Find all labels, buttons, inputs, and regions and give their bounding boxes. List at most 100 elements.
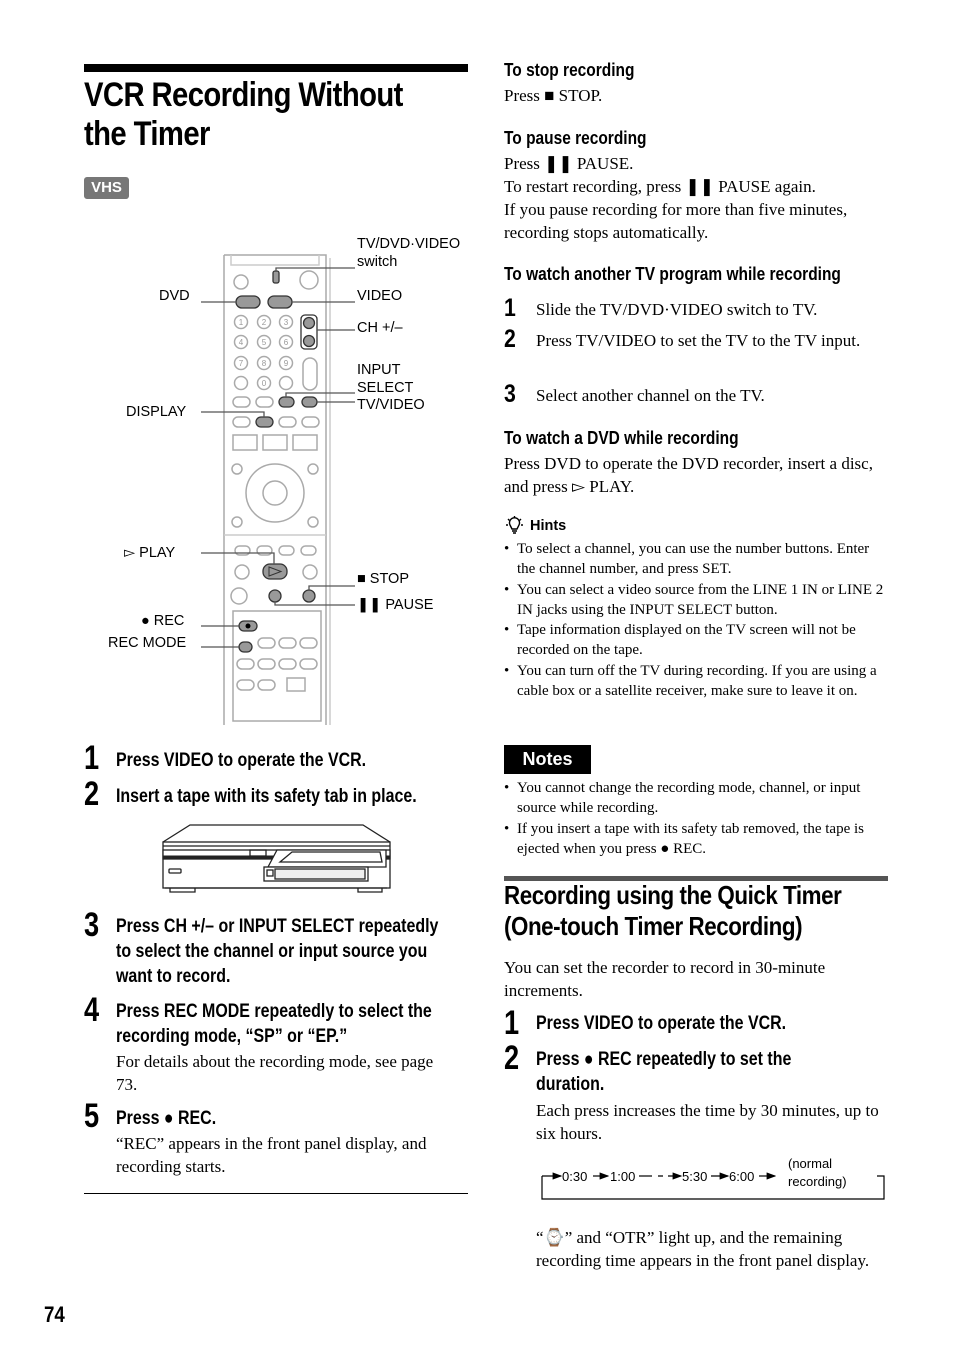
quick-timer-intro: You can set the recorder to record in 30… <box>504 958 826 1000</box>
input-select-button <box>278 396 295 408</box>
label-ch: CH +/– <box>357 320 403 336</box>
step-2-number: 2 <box>84 775 100 813</box>
title-rule <box>84 64 468 72</box>
hint-item: You can select a video source from the L… <box>504 580 889 621</box>
note-item: If you insert a tape with its safety tab… <box>504 819 892 860</box>
step-4-line-2: recording mode, “SP” or “EP.” <box>116 1026 348 1047</box>
leader-stop <box>308 585 355 590</box>
key-5: 5 <box>262 338 267 347</box>
remote-control-illustration: 1 2 3 4 5 6 7 8 9 0 <box>201 254 355 725</box>
label-display: DISPLAY <box>126 404 187 420</box>
leader-switch <box>275 267 355 271</box>
step-5-number: 5 <box>84 1097 100 1135</box>
step-3-line-2: to select the channel or input source yo… <box>116 941 428 962</box>
seq-end-line-1: (normal <box>788 1156 832 1171</box>
step-5-body: “REC” appears in the front panel display… <box>116 1134 427 1176</box>
watch-tv-step-1-text: Slide the TV/DVD·VIDEO switch to TV. <box>536 300 818 319</box>
quick-timer-title-line-1: Recording using the Quick Timer <box>504 880 842 910</box>
quick-step-2-line-1: Press ● REC repeatedly to set the <box>536 1049 792 1070</box>
watch-tv-step-3-text: Select another channel on the TV. <box>536 386 765 405</box>
key-0: 0 <box>262 379 267 388</box>
stop-recording-heading: To stop recording <box>504 60 635 80</box>
pause-button <box>268 589 282 603</box>
navigation-ring <box>245 463 305 523</box>
play-button <box>262 563 288 580</box>
notes-badge: Notes <box>504 745 591 774</box>
pause-recording-line-3: If you pause recording for more than fiv… <box>504 200 848 242</box>
label-input: INPUT <box>357 362 401 378</box>
seq-0-30: 0:30 <box>562 1169 587 1184</box>
watch-tv-step-3-number: 3 <box>504 380 516 408</box>
section-end-rule <box>84 1193 468 1194</box>
watch-dvd-heading: To watch a DVD while recording <box>504 428 739 448</box>
step-2-text: Insert a tape with its safety tab in pla… <box>116 786 417 807</box>
label-dvd: DVD <box>159 288 190 304</box>
duration-sequence-diagram: 0:30 1:00 5:30 6:00 (normal recording) <box>541 1156 885 1200</box>
step-3-number: 3 <box>84 906 100 944</box>
pause-recording-line-2: To restart recording, press ❚❚ PAUSE aga… <box>504 177 816 196</box>
step-3-line-1: Press CH +/– or INPUT SELECT repeatedly <box>116 916 439 937</box>
page-title: VCR Recording Without the Timer <box>84 76 403 153</box>
dvd-button <box>235 295 261 309</box>
hints-list: To select a channel, you can use the num… <box>504 539 889 701</box>
step-1-text: Press VIDEO to operate the VCR. <box>116 750 367 771</box>
quick-step-1-number: 1 <box>504 1004 520 1042</box>
page-number: 74 <box>44 1302 65 1327</box>
watch-tv-step-2-text: Press TV/VIDEO to set the TV to the TV i… <box>536 331 861 350</box>
label-stop: ■ STOP <box>357 571 410 587</box>
seq-1-00: 1:00 <box>610 1169 635 1184</box>
power-button <box>299 270 319 290</box>
step-4-body: For details about the recording mode, se… <box>116 1052 434 1094</box>
watch-tv-step-2-number: 2 <box>504 325 516 353</box>
quick-timer-title-line-2: (One-touch Timer Recording) <box>504 911 803 941</box>
set-button <box>262 480 288 506</box>
seq-6-00: 6:00 <box>729 1169 754 1184</box>
display-button <box>255 416 274 428</box>
key-9: 9 <box>284 359 289 368</box>
stop-recording-body: Press ■ STOP. <box>504 86 603 105</box>
tv-video-button <box>301 396 318 408</box>
label-select: SELECT <box>357 380 414 396</box>
label-video: VIDEO <box>357 288 403 304</box>
hints-title: Hints <box>530 518 567 534</box>
vcr-illustration <box>162 824 391 893</box>
label-play: ▻ PLAY <box>124 545 176 561</box>
notes-list: You cannot change the recording mode, ch… <box>504 778 892 859</box>
tv-dvd-video-switch <box>272 270 280 284</box>
video-button <box>267 295 293 309</box>
key-2: 2 <box>262 318 267 327</box>
label-switch: switch <box>357 254 398 270</box>
watch-tv-step-1-number: 1 <box>504 294 516 322</box>
lightbulb-icon <box>506 516 523 534</box>
label-rec-mode: REC MODE <box>108 635 187 651</box>
quick-step-1-text: Press VIDEO to operate the VCR. <box>536 1013 787 1034</box>
step-4-number: 4 <box>84 991 100 1029</box>
quick-step-2-line-2: duration. <box>536 1074 605 1095</box>
seq-5-30: 5:30 <box>682 1169 707 1184</box>
watch-tv-heading: To watch another TV program while record… <box>504 264 841 284</box>
key-4: 4 <box>239 338 244 347</box>
note-item: You cannot change the recording mode, ch… <box>504 778 892 819</box>
key-7: 7 <box>239 359 244 368</box>
label-pause: ❚❚ PAUSE <box>357 597 434 613</box>
quick-timer-result: “⌚” and “OTR” light up, and the remainin… <box>536 1228 870 1270</box>
key-3: 3 <box>284 318 289 327</box>
leader-input-select <box>285 392 355 397</box>
pause-recording-heading: To pause recording <box>504 128 647 148</box>
ch-plus-button <box>302 316 316 330</box>
seq-end-line-2: recording) <box>788 1174 847 1189</box>
hint-item: Tape information displayed on the TV scr… <box>504 620 889 661</box>
quick-step-2-body: Each press increases the time by 30 minu… <box>536 1101 879 1143</box>
key-8: 8 <box>262 359 267 368</box>
leader-pause <box>274 602 355 606</box>
stop-button <box>302 589 316 603</box>
key-6: 6 <box>284 338 289 347</box>
step-1-number: 1 <box>84 739 100 777</box>
step-5-text: Press ● REC. <box>116 1108 217 1129</box>
label-tv-video: TV/VIDEO <box>357 397 425 413</box>
eject-button <box>233 274 249 290</box>
watch-dvd-body: Press DVD to operate the DVD recorder, i… <box>504 454 873 496</box>
key-1: 1 <box>239 318 244 327</box>
step-4-line-1: Press REC MODE repeatedly to select the <box>116 1001 432 1022</box>
step-3-line-3: want to record. <box>116 966 231 987</box>
